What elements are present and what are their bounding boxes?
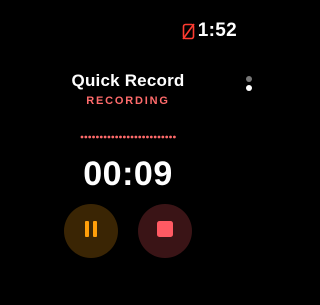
status-time: 1:52 [197, 20, 237, 41]
waveform-dot [146, 135, 149, 139]
waveform-dot [111, 135, 115, 139]
waveform-dot [153, 135, 157, 139]
waveform-dot [138, 135, 142, 139]
waveform-dot [142, 135, 145, 139]
stop-icon [157, 220, 173, 242]
waveform-dot [161, 135, 165, 139]
stop-button[interactable] [138, 204, 192, 258]
pause-button[interactable] [64, 204, 118, 258]
page-dot-2 [246, 85, 252, 91]
phone-disconnected-icon [182, 23, 195, 40]
waveform-dot [134, 135, 138, 139]
waveform-dot [80, 135, 84, 139]
pause-icon [84, 220, 98, 242]
waveform-dot [126, 135, 130, 139]
waveform-dot [165, 135, 169, 139]
elapsed-timer: 00:09 [83, 155, 173, 193]
waveform-dot [96, 135, 99, 139]
waveform-dot [119, 135, 122, 139]
page-indicator[interactable] [246, 76, 252, 94]
waveform-dot [92, 135, 95, 139]
waveform-dot [107, 135, 111, 139]
waveform-dot [88, 135, 92, 139]
waveform [80, 127, 177, 139]
waveform-dot [173, 135, 176, 139]
waveform-dot [99, 135, 103, 139]
recording-status: RECORDING [86, 95, 170, 107]
page-dot-1 [246, 76, 252, 82]
waveform-dot [169, 135, 172, 139]
waveform-dot [157, 135, 161, 139]
waveform-dot [149, 135, 153, 139]
waveform-dot [130, 135, 134, 139]
recorder-title: Quick Record [71, 71, 185, 90]
waveform-dot [84, 135, 88, 139]
waveform-dot [122, 135, 126, 139]
status-bar: 1:52 [182, 20, 237, 42]
waveform-dot [103, 135, 107, 139]
waveform-dot [115, 135, 119, 139]
